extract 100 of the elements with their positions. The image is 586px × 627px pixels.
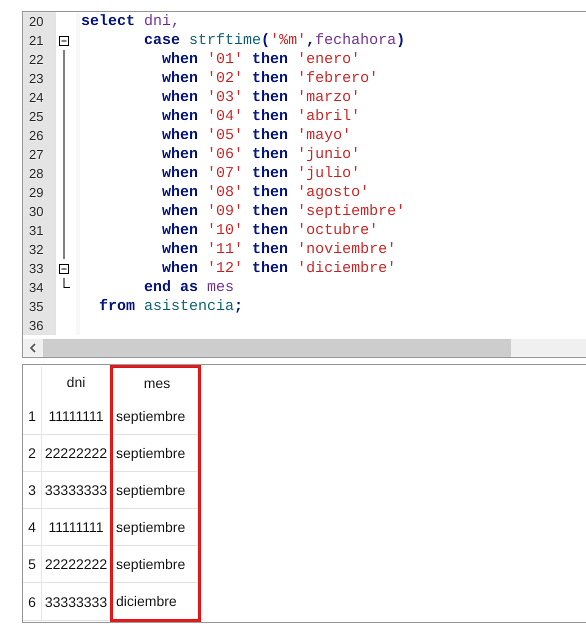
code-token: '11': [207, 241, 244, 258]
code-token: then: [251, 146, 290, 163]
row-number: 6: [23, 582, 42, 620]
code-token: then: [251, 108, 290, 125]
row-number: 1: [23, 398, 42, 434]
code-token: when: [161, 203, 200, 220]
code-token: then: [251, 184, 290, 201]
code-token: fechahora: [315, 32, 396, 49]
code-token: 'abril': [297, 108, 360, 125]
line-number: 26: [23, 126, 56, 145]
line-number: 28: [23, 164, 56, 183]
line-number: 31: [23, 221, 56, 240]
code-token: '01': [207, 51, 244, 68]
code-token: '12': [207, 260, 244, 277]
code-token: 'diciembre': [297, 260, 396, 277]
line-number: 25: [23, 107, 56, 126]
code-token: when: [161, 260, 200, 277]
horizontal-scrollbar[interactable]: [23, 339, 586, 357]
code-token: mes: [207, 279, 234, 296]
table-cell: 22222222: [42, 434, 112, 472]
table-cell: 33333333: [42, 582, 112, 620]
line-number: 22: [23, 50, 56, 69]
code-token: end as: [143, 279, 200, 296]
code-token: when: [161, 51, 200, 68]
code-token: ): [396, 32, 406, 49]
code-token: then: [251, 127, 290, 144]
code-token: strftime: [189, 32, 262, 49]
table-cell: septiembre: [112, 546, 200, 582]
code-token: 'marzo': [297, 89, 360, 106]
code-token: '04': [207, 108, 244, 125]
code-token: '%m': [270, 32, 306, 49]
code-token: 'junio': [297, 146, 360, 163]
code-token: 'julio': [297, 165, 360, 182]
code-token: when: [161, 108, 200, 125]
scroll-left-icon[interactable]: [29, 343, 37, 353]
code-token: 'agosto': [297, 184, 370, 201]
code-token: when: [161, 165, 200, 182]
table-cell: septiembre: [112, 472, 200, 508]
line-number: 34: [23, 278, 56, 297]
code-token: then: [251, 241, 290, 258]
code-token: then: [251, 203, 290, 220]
line-number: 20: [23, 12, 56, 31]
code-token: from: [98, 298, 136, 315]
code-token: case: [143, 32, 182, 49]
code-token: asistencia: [144, 298, 234, 315]
code-token: select: [81, 13, 136, 30]
table-cell: diciembre: [112, 582, 200, 620]
code-token: '08': [207, 184, 244, 201]
code-token: 'septiembre': [297, 203, 406, 220]
line-number: 35: [23, 297, 56, 316]
scrollbar-thumb[interactable]: [43, 339, 511, 357]
code-token: then: [251, 51, 290, 68]
line-number: 23: [23, 69, 56, 88]
code-token: 'enero': [297, 51, 360, 68]
code-token: when: [161, 89, 200, 106]
fold-end-icon: [63, 278, 70, 288]
code-token: when: [161, 127, 200, 144]
table-cell: septiembre: [112, 398, 200, 434]
table-cell: septiembre: [112, 434, 200, 472]
code-token: 'noviembre': [297, 241, 396, 258]
line-number: 33: [23, 259, 56, 278]
code-token: then: [251, 70, 290, 87]
code-token: '09': [207, 203, 244, 220]
line-number: 36: [23, 316, 56, 335]
table-cell: 11111111: [42, 398, 112, 434]
row-number: 5: [23, 546, 42, 582]
code-token: '07': [207, 165, 244, 182]
line-number: 24: [23, 88, 56, 107]
code-token: then: [251, 89, 290, 106]
code-token: '05': [207, 127, 244, 144]
line-number: 30: [23, 202, 56, 221]
line-number: 32: [23, 240, 56, 259]
line-number: 29: [23, 183, 56, 202]
column-header[interactable]: dni: [42, 366, 112, 398]
code-token: when: [161, 222, 200, 239]
code-token: dni,: [144, 13, 180, 30]
column-header[interactable]: mes: [112, 366, 200, 398]
line-number: 21: [23, 31, 56, 50]
table-cell: septiembre: [112, 508, 200, 546]
code-token: '10': [207, 222, 244, 239]
code-token: then: [251, 222, 290, 239]
line-number: 27: [23, 145, 56, 164]
table-cell: 33333333: [42, 472, 112, 508]
code-token: then: [251, 260, 290, 277]
code-token: then: [251, 165, 290, 182]
code-token: ;: [234, 298, 244, 315]
code-token: '06': [207, 146, 244, 163]
table-cell: 22222222: [42, 546, 112, 582]
code-token: '02': [207, 70, 244, 87]
code-token: when: [161, 70, 200, 87]
row-number: 3: [23, 472, 42, 508]
code-editor[interactable]: [22, 11, 586, 358]
code-token: 'mayo': [297, 127, 352, 144]
code-token: 'febrero': [297, 70, 378, 87]
code-token: ,: [306, 32, 316, 49]
code-token: when: [161, 184, 200, 201]
code-token: 'octubre': [297, 222, 378, 239]
table-cell: 11111111: [42, 508, 112, 546]
code-token: when: [161, 146, 200, 163]
code-token: '03': [207, 89, 244, 106]
